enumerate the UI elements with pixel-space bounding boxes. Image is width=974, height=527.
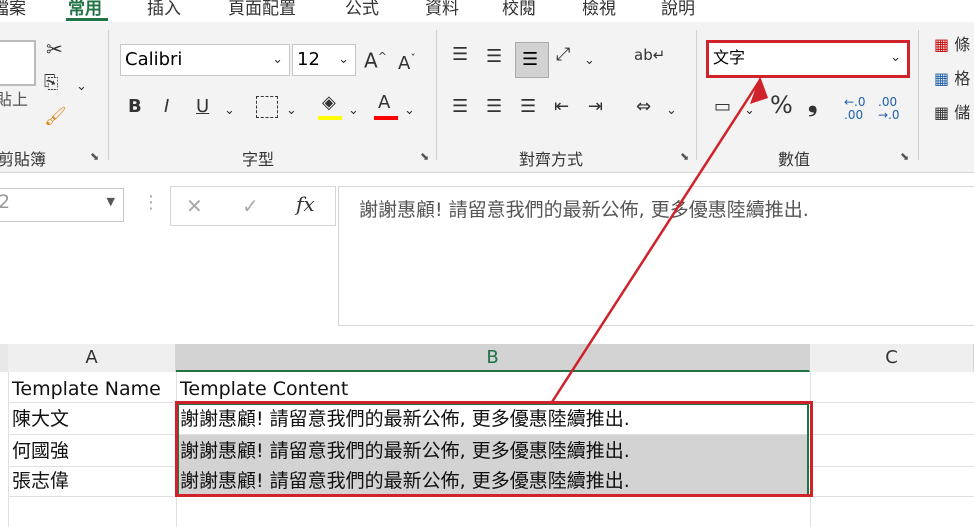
annotation-arrow bbox=[550, 76, 768, 403]
annotation-arrow-line bbox=[550, 79, 762, 403]
